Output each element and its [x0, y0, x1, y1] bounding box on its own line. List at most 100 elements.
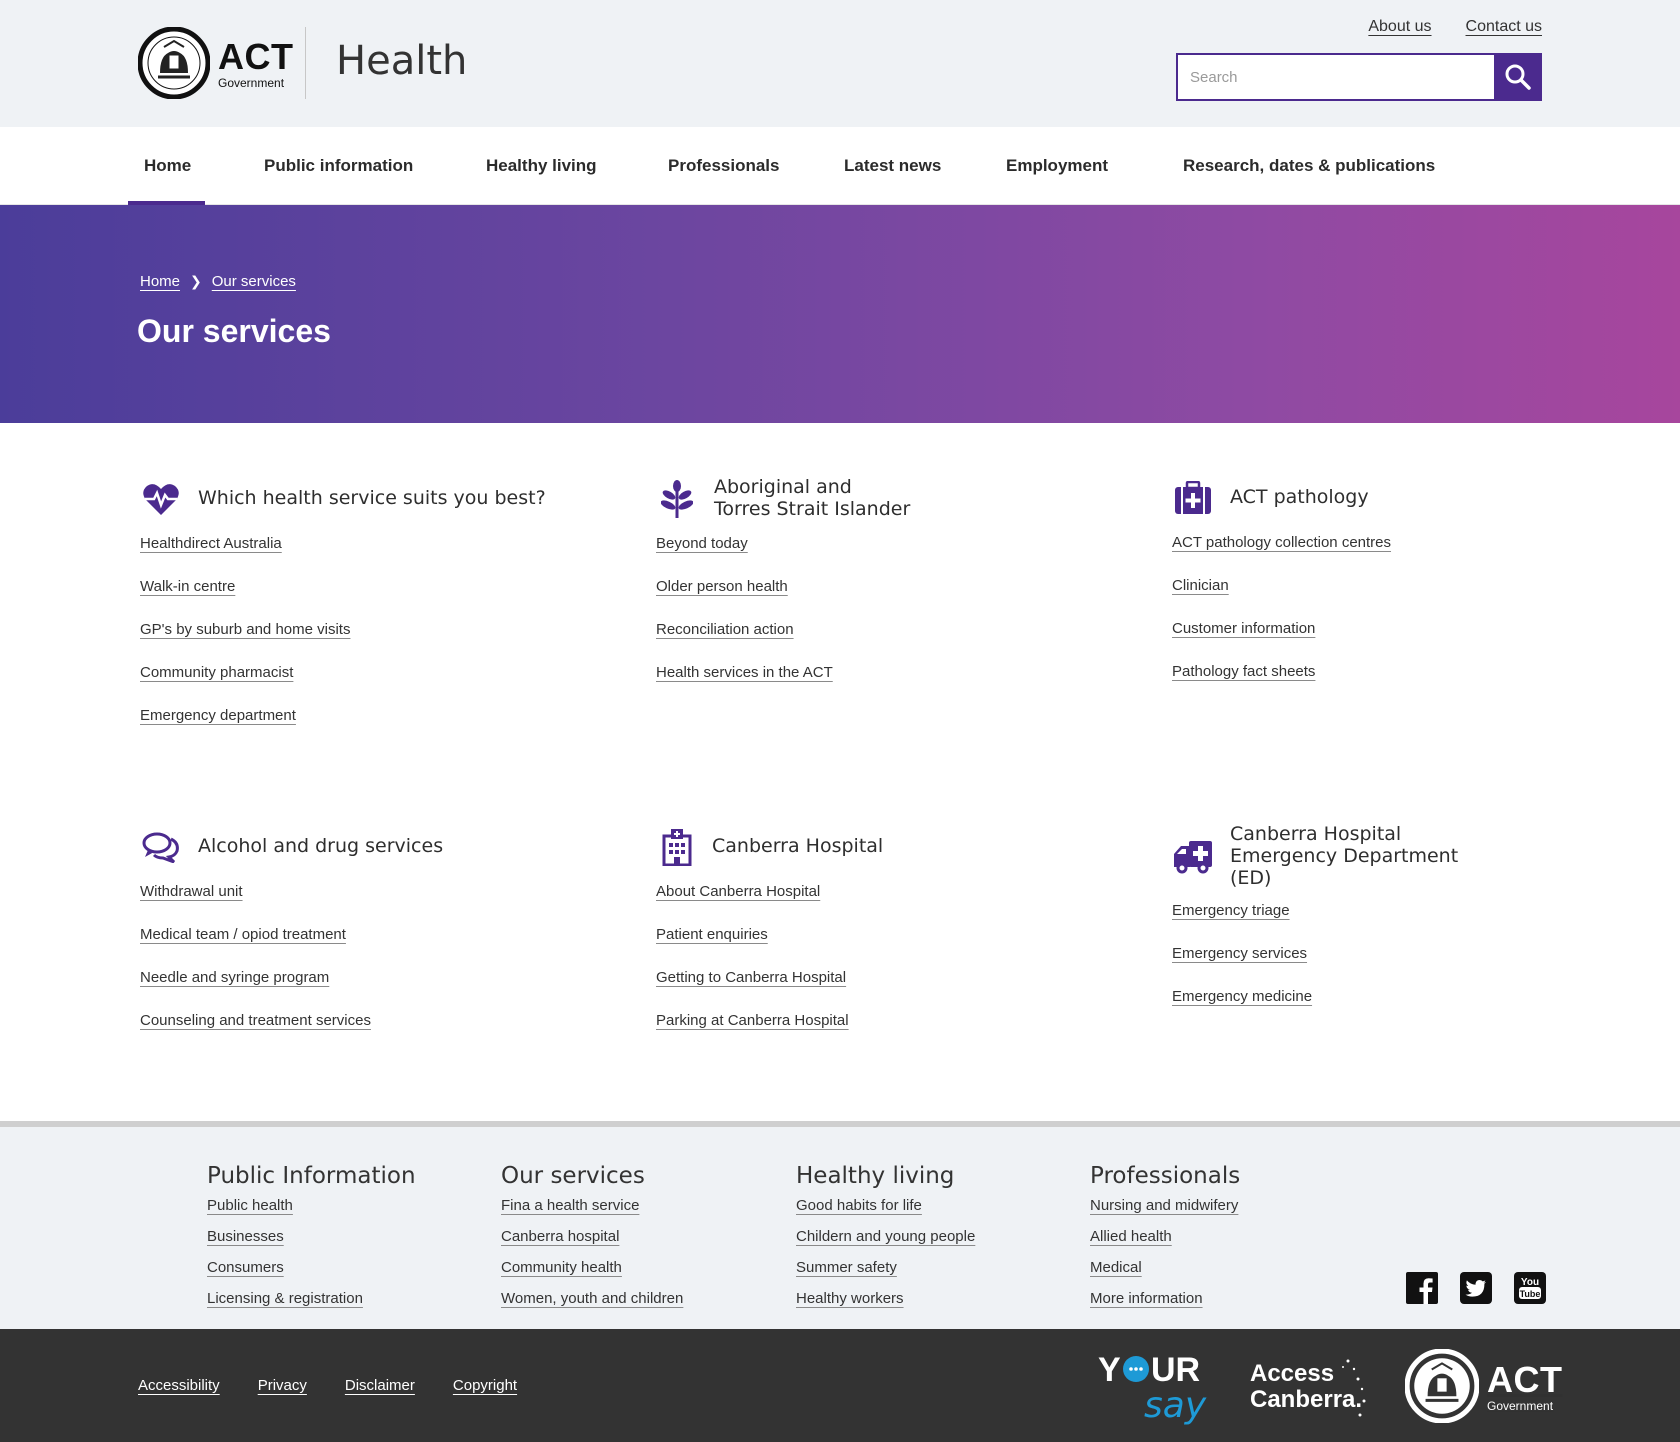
service-link[interactable]: ACT pathology collection centres — [1172, 534, 1391, 551]
service-card: Which health service suits you best? Hea… — [140, 475, 610, 750]
your-say-logo[interactable]: Y UR say — [1098, 1349, 1208, 1432]
nav-research-publications[interactable]: Research, dates & publications — [1183, 127, 1435, 205]
nav-professionals[interactable]: Professionals — [668, 127, 780, 205]
chevron-right-icon: ❯ — [190, 273, 202, 289]
footer-column: Professionals Nursing and midwifery Alli… — [1090, 1163, 1240, 1321]
facebook-link[interactable] — [1406, 1272, 1438, 1309]
service-link[interactable]: Clinician — [1172, 577, 1229, 594]
card-title: Canberra Hospital Emergency Department (… — [1230, 823, 1459, 889]
footer-link[interactable]: Businesses — [207, 1228, 284, 1245]
accessibility-link[interactable]: Accessibility — [138, 1377, 220, 1394]
service-link[interactable]: Emergency triage — [1172, 902, 1290, 919]
first-aid-kit-icon — [1172, 477, 1214, 519]
act-government-logo[interactable]: ACT Government — [138, 27, 294, 99]
access-canberra-access: Access — [1250, 1360, 1334, 1387]
service-link[interactable]: Counseling and treatment services — [140, 1012, 371, 1029]
act-seal-icon — [1405, 1349, 1479, 1423]
your-say-say: say — [1144, 1385, 1207, 1426]
footer-column-title: Professionals — [1090, 1163, 1241, 1189]
service-link[interactable]: Needle and syringe program — [140, 969, 329, 986]
youtube-text-you: You — [1521, 1277, 1539, 1288]
search-button[interactable] — [1494, 53, 1542, 101]
act-seal-icon — [138, 27, 210, 99]
service-link[interactable]: Parking at Canberra Hospital — [656, 1012, 849, 1029]
footer-link[interactable]: Community health — [501, 1259, 622, 1276]
access-canberra-logo[interactable]: Access Canberra. — [1248, 1357, 1378, 1428]
footer-link[interactable]: Canberra hospital — [501, 1228, 619, 1245]
your-say-logo-graphic: Y UR say — [1098, 1351, 1207, 1426]
service-link[interactable]: Customer information — [1172, 620, 1315, 637]
logo-divider — [305, 27, 306, 99]
service-link[interactable]: Walk-in centre — [140, 578, 235, 595]
copyright-link[interactable]: Copyright — [453, 1377, 517, 1394]
service-link[interactable]: Health services in the ACT — [656, 664, 833, 681]
chat-bubbles-icon — [140, 826, 182, 868]
footer-link[interactable]: Allied health — [1090, 1228, 1172, 1245]
contact-us-link[interactable]: Contact us — [1466, 18, 1542, 36]
nav-public-information[interactable]: Public information — [264, 127, 413, 205]
card-title: Alcohol and drug services — [198, 835, 444, 858]
footer-links: Public Information Public health Busines… — [0, 1121, 1680, 1329]
breadcrumb-home[interactable]: Home — [140, 273, 180, 290]
main-navigation: Home Public information Healthy living P… — [0, 127, 1680, 205]
service-link[interactable]: Pathology fact sheets — [1172, 663, 1315, 680]
service-link[interactable]: Healthdirect Australia — [140, 535, 282, 552]
service-link[interactable]: Emergency medicine — [1172, 988, 1312, 1005]
footer-column-title: Public Information — [207, 1163, 416, 1189]
service-link[interactable]: Reconciliation action — [656, 621, 794, 638]
search-input[interactable] — [1176, 53, 1494, 101]
nav-healthy-living[interactable]: Healthy living — [486, 127, 597, 205]
footer-link[interactable]: More information — [1090, 1290, 1203, 1307]
nav-home[interactable]: Home — [127, 127, 206, 205]
hospital-building-icon — [656, 826, 698, 868]
access-canberra-canberra: Canberra. — [1250, 1386, 1362, 1413]
footer-link[interactable]: Childern and young people — [796, 1228, 975, 1245]
utility-links: About us Contact us — [1368, 18, 1542, 36]
footer-link[interactable]: Medical — [1090, 1259, 1142, 1276]
disclaimer-link[interactable]: Disclaimer — [345, 1377, 415, 1394]
footer-link[interactable]: Summer safety — [796, 1259, 897, 1276]
card-title: Canberra Hospital — [712, 835, 884, 858]
nav-latest-news[interactable]: Latest news — [844, 127, 941, 205]
service-link[interactable]: Older person health — [656, 578, 788, 595]
logo-government-text: Government — [218, 76, 285, 90]
twitter-link[interactable] — [1460, 1272, 1492, 1309]
act-government-footer-logo[interactable]: ACT Government — [1405, 1349, 1563, 1423]
breadcrumb: Home ❯ Our services — [140, 273, 296, 290]
about-us-link[interactable]: About us — [1368, 18, 1431, 36]
leaf-plant-icon — [656, 478, 698, 520]
service-link[interactable]: Emergency services — [1172, 945, 1307, 962]
footer-link[interactable]: Fina a health service — [501, 1197, 639, 1214]
service-link[interactable]: GP's by suburb and home visits — [140, 621, 350, 638]
service-link[interactable]: Patient enquiries — [656, 926, 768, 943]
footer-link[interactable]: Consumers — [207, 1259, 284, 1276]
page-title: Our services — [137, 313, 331, 349]
service-link[interactable]: Community pharmacist — [140, 664, 293, 681]
footer-link[interactable]: Good habits for life — [796, 1197, 922, 1214]
service-link[interactable]: Getting to Canberra Hospital — [656, 969, 846, 986]
breadcrumb-our-services[interactable]: Our services — [212, 273, 296, 290]
logo-act-text: ACT — [218, 36, 294, 77]
nav-employment[interactable]: Employment — [1006, 127, 1108, 205]
social-links: You Tube — [1406, 1272, 1546, 1309]
service-link[interactable]: Emergency department — [140, 707, 296, 724]
service-link[interactable]: Medical team / opiod treatment — [140, 926, 346, 943]
card-title: Aboriginal and Torres Strait Islander — [714, 476, 911, 520]
footer-column-title: Our services — [501, 1163, 645, 1189]
footer-link[interactable]: Licensing & registration — [207, 1290, 363, 1307]
youtube-link[interactable]: You Tube — [1514, 1272, 1546, 1309]
service-link[interactable]: About Canberra Hospital — [656, 883, 820, 900]
service-link[interactable]: Withdrawal unit — [140, 883, 243, 900]
footer-logo-government-text: Government — [1487, 1399, 1554, 1413]
footer-link[interactable]: Women, youth and children — [501, 1290, 683, 1307]
footer-link[interactable]: Public health — [207, 1197, 293, 1214]
site-header: ACT Government Health About us Contact u… — [0, 0, 1680, 127]
service-card: Canberra Hospital Emergency Department (… — [1172, 823, 1642, 1031]
service-link[interactable]: Beyond today — [656, 535, 748, 552]
footer-bottom: Accessibility Privacy Disclaimer Copyrig… — [0, 1329, 1680, 1442]
card-title: ACT pathology — [1230, 486, 1369, 509]
privacy-link[interactable]: Privacy — [258, 1377, 307, 1394]
service-card: Aboriginal and Torres Strait Islander Be… — [656, 475, 1126, 707]
footer-link[interactable]: Nursing and midwifery — [1090, 1197, 1238, 1214]
footer-link[interactable]: Healthy workers — [796, 1290, 904, 1307]
